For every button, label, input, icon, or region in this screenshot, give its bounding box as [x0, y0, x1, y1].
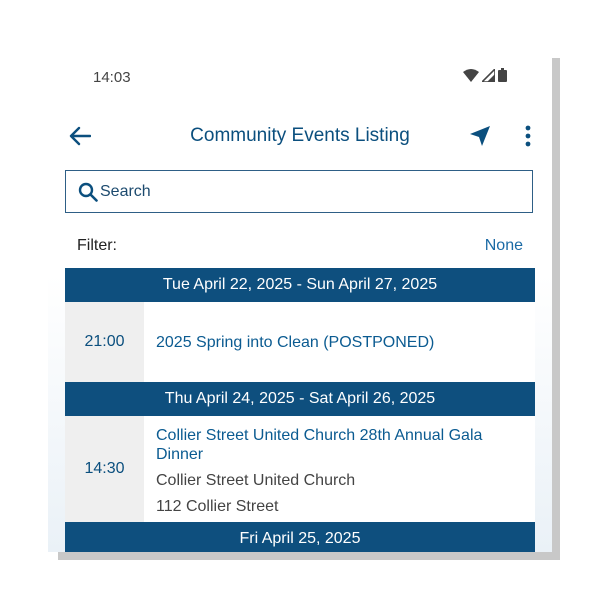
- search-box: [65, 170, 533, 213]
- search-input[interactable]: [100, 172, 520, 211]
- event-time: 14:30: [65, 416, 144, 522]
- wifi-icon: [463, 68, 479, 82]
- battery-icon: [498, 68, 507, 82]
- more-vertical-icon: [525, 125, 531, 147]
- event-title: 2025 Spring into Clean (POSTPONED): [156, 333, 435, 351]
- date-header: Fri April 25, 2025: [65, 522, 535, 552]
- more-options-button[interactable]: [514, 122, 542, 150]
- date-header: Tue April 22, 2025 - Sun April 27, 2025: [65, 268, 535, 302]
- navigation-button[interactable]: [466, 122, 494, 150]
- date-header: Thu April 24, 2025 - Sat April 26, 2025: [65, 382, 535, 416]
- event-list: Tue April 22, 2025 - Sun April 27, 2025 …: [65, 268, 535, 552]
- cell-signal-icon: [482, 68, 495, 82]
- filter-value-link[interactable]: None: [485, 237, 523, 255]
- filter-label: Filter:: [77, 237, 117, 254]
- event-item[interactable]: 14:30 Collier Street United Church 28th …: [65, 416, 535, 522]
- event-item[interactable]: 21:00 2025 Spring into Clean (POSTPONED): [65, 302, 535, 382]
- filter-row: Filter: None: [65, 230, 535, 260]
- search-icon: [78, 182, 98, 202]
- app-bar: Community Events Listing: [48, 114, 552, 158]
- status-icons: [463, 68, 507, 82]
- event-address: 112 Collier Street: [156, 498, 279, 515]
- event-title: Collier Street United Church 28th Annual…: [156, 427, 483, 463]
- event-time: 21:00: [65, 302, 144, 382]
- event-details: Collier Street United Church 28th Annual…: [144, 416, 535, 522]
- event-venue: Collier Street United Church: [156, 472, 356, 489]
- event-details: 2025 Spring into Clean (POSTPONED): [144, 302, 535, 382]
- status-bar: 14:03: [48, 48, 552, 104]
- app-screen: 14:03 Community Events Listing Search Fi…: [48, 48, 552, 552]
- navigation-arrow-icon: [470, 126, 490, 146]
- status-time: 14:03: [93, 69, 131, 86]
